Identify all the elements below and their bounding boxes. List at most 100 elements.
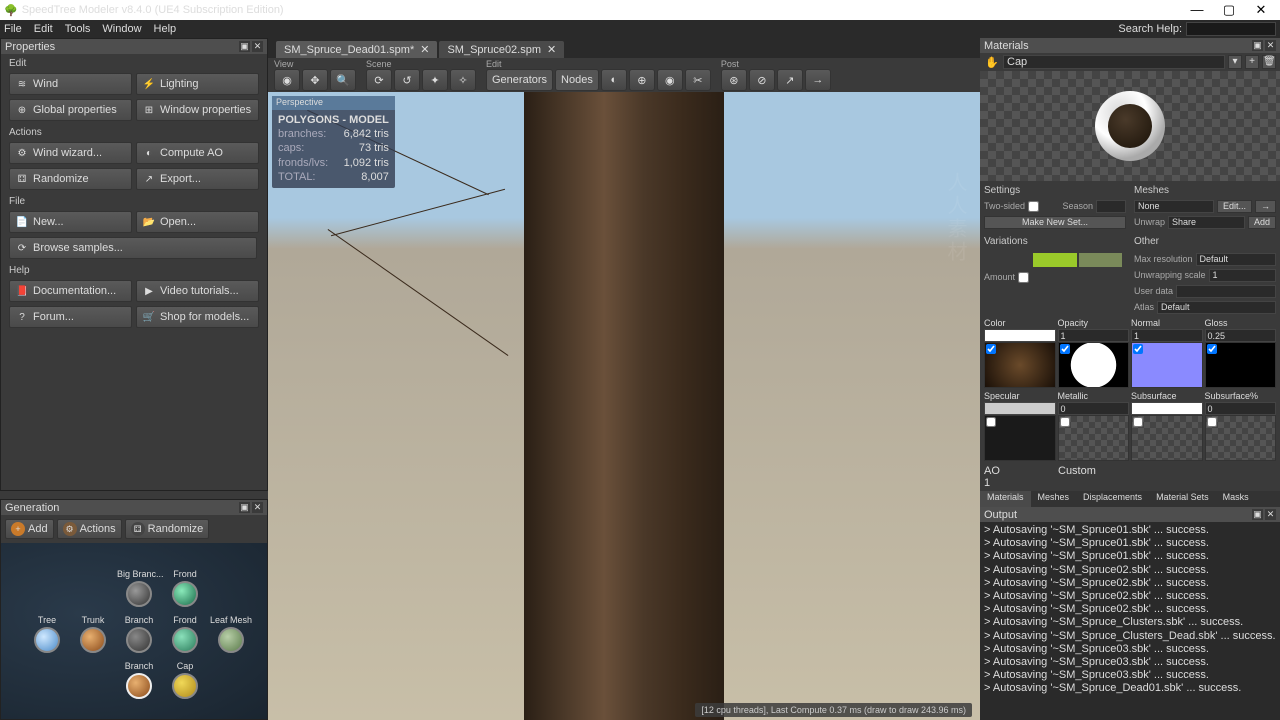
pin-icon[interactable]: ▣ bbox=[239, 41, 250, 52]
pin-icon[interactable]: ▣ bbox=[1252, 509, 1263, 520]
gen-actions-button[interactable]: ⚙Actions bbox=[57, 519, 122, 539]
node-bigbranch[interactable]: Big Branc... bbox=[117, 569, 161, 607]
gen-randomize-button[interactable]: ⚃Randomize bbox=[125, 519, 210, 539]
opacity-tex[interactable] bbox=[1058, 342, 1130, 388]
node-frond1[interactable]: Frond bbox=[163, 569, 207, 607]
hand-icon[interactable]: ✋ bbox=[984, 54, 1000, 70]
opacity-value[interactable]: 1 bbox=[1058, 329, 1130, 342]
tab-displacements[interactable]: Displacements bbox=[1076, 491, 1149, 507]
userdata-field[interactable] bbox=[1176, 285, 1276, 298]
mesh-select[interactable]: None bbox=[1134, 200, 1214, 213]
twosided-check[interactable] bbox=[1028, 201, 1039, 212]
close-icon[interactable]: ✕ bbox=[252, 502, 263, 513]
mat-dropdown[interactable]: ▾ bbox=[1228, 55, 1242, 69]
subsurfacepct-tex[interactable] bbox=[1205, 415, 1277, 461]
specular-tex[interactable] bbox=[984, 415, 1056, 461]
node-trunk[interactable]: Trunk bbox=[71, 615, 115, 653]
post-tool-3[interactable]: ↗ bbox=[777, 69, 803, 91]
gloss-tex[interactable] bbox=[1205, 342, 1277, 388]
compute-ao-button[interactable]: ◐Compute AO bbox=[136, 142, 259, 164]
menu-window[interactable]: Window bbox=[102, 23, 141, 35]
menu-tools[interactable]: Tools bbox=[65, 23, 91, 35]
tab-masks[interactable]: Masks bbox=[1216, 491, 1256, 507]
menu-file[interactable]: File bbox=[4, 23, 22, 35]
tab-meshes[interactable]: Meshes bbox=[1031, 491, 1077, 507]
mesh-add-button[interactable]: Add bbox=[1248, 216, 1276, 229]
close-icon[interactable]: ✕ bbox=[1265, 40, 1276, 51]
mat-del[interactable]: 🗑 bbox=[1262, 55, 1276, 69]
subsurface-value[interactable] bbox=[1131, 402, 1203, 415]
unwrapscale-field[interactable]: 1 bbox=[1209, 269, 1276, 282]
normal-tex[interactable] bbox=[1131, 342, 1203, 388]
tab-spruce-dead[interactable]: SM_Spruce_Dead01.spm*✕ bbox=[276, 41, 437, 58]
make-new-set-button[interactable]: Make New Set... bbox=[984, 216, 1126, 229]
new-button[interactable]: 📄New... bbox=[9, 211, 132, 233]
view-zoom-button[interactable]: 🔍 bbox=[330, 69, 356, 91]
season-field[interactable] bbox=[1096, 200, 1126, 213]
randomize-button[interactable]: ⚃Randomize bbox=[9, 168, 132, 190]
menu-help[interactable]: Help bbox=[154, 23, 177, 35]
shop-button[interactable]: 🛒Shop for models... bbox=[136, 306, 259, 328]
scene-tool-4[interactable]: ✧ bbox=[450, 69, 476, 91]
pin-icon[interactable]: ▣ bbox=[239, 502, 250, 513]
metallic-value[interactable]: 0 bbox=[1058, 402, 1130, 415]
view-orbit-button[interactable]: ◉ bbox=[274, 69, 300, 91]
edit-tool-2[interactable]: ⊕ bbox=[629, 69, 655, 91]
global-props-button[interactable]: ⊕Global properties bbox=[9, 99, 132, 121]
tab-materials[interactable]: Materials bbox=[980, 491, 1031, 507]
close-icon[interactable]: ✕ bbox=[1265, 509, 1276, 520]
post-tool-1[interactable]: ⊛ bbox=[721, 69, 747, 91]
amount-check[interactable] bbox=[1018, 272, 1029, 283]
mat-add[interactable]: + bbox=[1245, 55, 1259, 69]
nodes-toggle[interactable]: Nodes bbox=[555, 69, 599, 91]
atlas-field[interactable]: Default bbox=[1157, 301, 1276, 314]
variation-swatches[interactable] bbox=[984, 251, 1126, 269]
lighting-button[interactable]: ⚡Lighting bbox=[136, 73, 259, 95]
view-pan-button[interactable]: ✥ bbox=[302, 69, 328, 91]
ao-value[interactable]: 1 bbox=[984, 477, 1056, 489]
unwrap-select[interactable]: Share bbox=[1168, 216, 1245, 229]
normal-value[interactable]: 1 bbox=[1131, 329, 1203, 342]
close-button[interactable]: ✕ bbox=[1246, 2, 1276, 18]
export-button[interactable]: ↗Export... bbox=[136, 168, 259, 190]
videos-button[interactable]: ▶Video tutorials... bbox=[136, 280, 259, 302]
browse-samples-button[interactable]: ⟳Browse samples... bbox=[9, 237, 257, 259]
wind-button[interactable]: ≋Wind bbox=[9, 73, 132, 95]
search-input[interactable] bbox=[1186, 22, 1276, 36]
gloss-value[interactable]: 0.25 bbox=[1205, 329, 1277, 342]
mesh-arrow-button[interactable]: → bbox=[1255, 200, 1276, 213]
scene-tool-3[interactable]: ✦ bbox=[422, 69, 448, 91]
close-icon[interactable]: ✕ bbox=[547, 43, 556, 56]
color-tex[interactable] bbox=[984, 342, 1056, 388]
mesh-edit-button[interactable]: Edit... bbox=[1217, 200, 1252, 213]
forum-button[interactable]: ?Forum... bbox=[9, 306, 132, 328]
edit-tool-1[interactable]: ◐ bbox=[601, 69, 627, 91]
docs-button[interactable]: 📕Documentation... bbox=[9, 280, 132, 302]
node-branch2[interactable]: Branch bbox=[117, 661, 161, 699]
minimize-button[interactable]: — bbox=[1182, 2, 1212, 18]
output-log[interactable]: Autosaving '~SM_Spruce01.sbk' ... succes… bbox=[980, 522, 1280, 720]
post-tool-4[interactable]: → bbox=[805, 69, 831, 91]
subsurface-tex[interactable] bbox=[1131, 415, 1203, 461]
color-value[interactable] bbox=[984, 329, 1056, 342]
generators-toggle[interactable]: Generators bbox=[486, 69, 553, 91]
scene-tool-2[interactable]: ↺ bbox=[394, 69, 420, 91]
maximize-button[interactable]: ▢ bbox=[1214, 2, 1244, 18]
tab-materialsets[interactable]: Material Sets bbox=[1149, 491, 1216, 507]
subsurfacepct-value[interactable]: 0 bbox=[1205, 402, 1277, 415]
gen-add-button[interactable]: +Add bbox=[5, 519, 54, 539]
node-tree[interactable]: Tree bbox=[25, 615, 69, 653]
node-leafmesh[interactable]: Leaf Mesh bbox=[209, 615, 253, 653]
metallic-tex[interactable] bbox=[1058, 415, 1130, 461]
node-frond2[interactable]: Frond bbox=[163, 615, 207, 653]
generation-graph[interactable]: Tree Trunk Big Branc... Branch Frond Fro… bbox=[1, 543, 267, 719]
node-branch[interactable]: Branch bbox=[117, 615, 161, 653]
edit-tool-3[interactable]: ◉ bbox=[657, 69, 683, 91]
scene-tool-1[interactable]: ⟳ bbox=[366, 69, 392, 91]
node-cap[interactable]: Cap bbox=[163, 661, 207, 699]
pin-icon[interactable]: ▣ bbox=[1252, 40, 1263, 51]
close-icon[interactable]: ✕ bbox=[420, 43, 429, 56]
viewport[interactable]: www.rrcg.cn 人人素材 Perspective POLYGONS - … bbox=[268, 92, 980, 720]
close-icon[interactable]: ✕ bbox=[252, 41, 263, 52]
menu-edit[interactable]: Edit bbox=[34, 23, 53, 35]
